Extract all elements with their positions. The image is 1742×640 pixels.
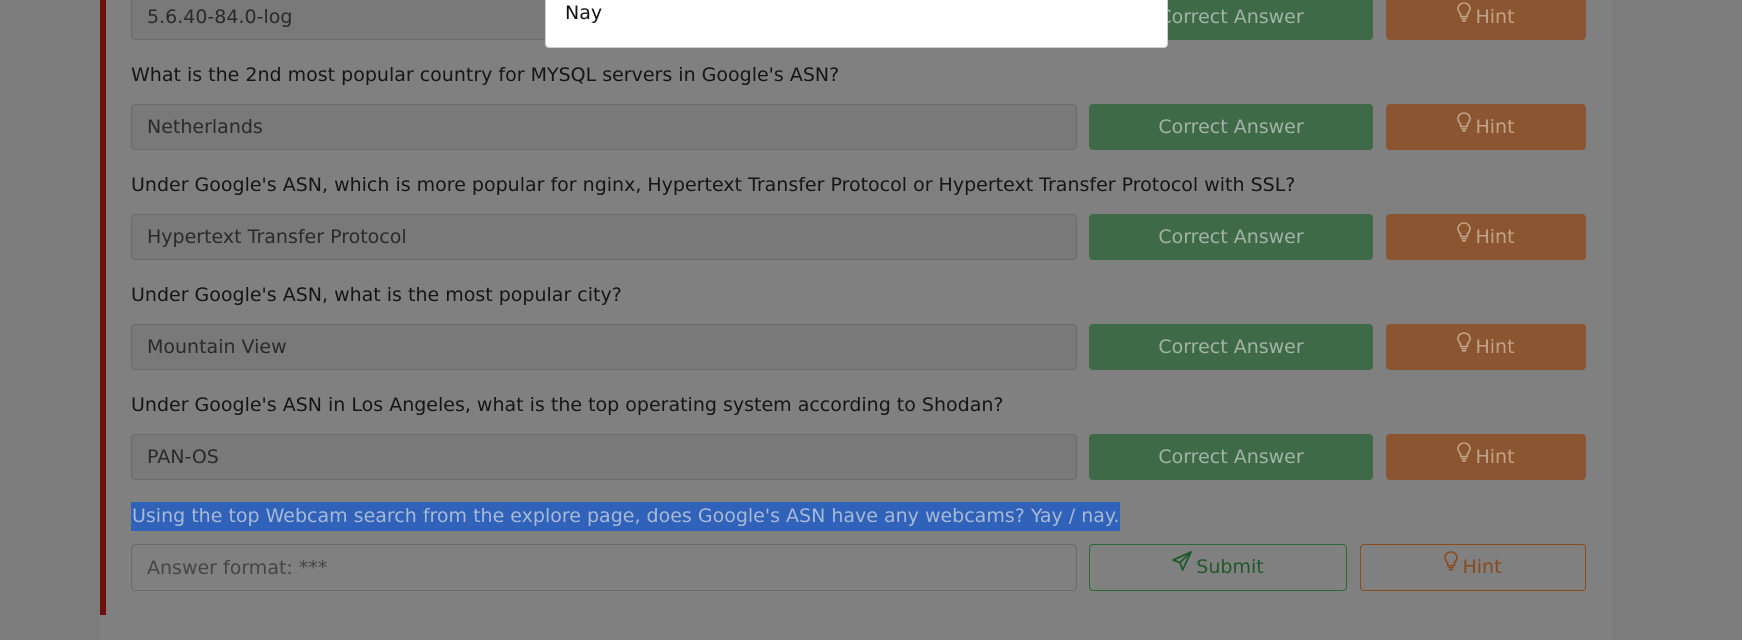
hint-button-q2[interactable]: Hint: [1386, 104, 1586, 150]
lightbulb-icon: [1457, 0, 1472, 39]
submit-label: Submit: [1196, 556, 1264, 578]
hint-label: Hint: [1475, 6, 1515, 28]
answer-field-q4: Mountain View: [131, 324, 1077, 370]
correct-answer-label: Correct Answer: [1158, 116, 1304, 138]
answer-input[interactable]: [131, 544, 1077, 591]
lightbulb-icon: [1457, 103, 1472, 149]
submit-button[interactable]: Submit: [1089, 544, 1347, 591]
hint-label: Hint: [1462, 556, 1502, 578]
current-question-text: Using the top Webcam search from the exp…: [131, 502, 1121, 531]
lightbulb-icon: [1457, 323, 1472, 369]
hint-label: Hint: [1475, 226, 1515, 248]
hint-button-q5[interactable]: Hint: [1386, 434, 1586, 480]
lightbulb-icon: [1457, 213, 1472, 259]
paper-plane-icon: [1172, 543, 1193, 588]
answer-field-q2: Netherlands: [131, 104, 1077, 150]
hint-button-q3[interactable]: Hint: [1386, 214, 1586, 260]
answer-field-q5: PAN-OS: [131, 434, 1077, 480]
answer-field-q3: Hypertext Transfer Protocol: [131, 214, 1077, 260]
correct-answer-button-q5[interactable]: Correct Answer: [1089, 434, 1373, 480]
question-text-q4: Under Google's ASN, what is the most pop…: [131, 284, 622, 306]
correct-answer-label: Correct Answer: [1158, 226, 1304, 248]
hint-label: Hint: [1475, 446, 1515, 468]
correct-answer-label: Correct Answer: [1158, 336, 1304, 358]
correct-answer-button-q3[interactable]: Correct Answer: [1089, 214, 1373, 260]
hint-label: Hint: [1475, 336, 1515, 358]
hint-label: Hint: [1475, 116, 1515, 138]
question-text-q5: Under Google's ASN in Los Angeles, what …: [131, 394, 1004, 416]
correct-answer-button-q2[interactable]: Correct Answer: [1089, 104, 1373, 150]
hint-button-q4[interactable]: Hint: [1386, 324, 1586, 370]
task-card-accent: [100, 0, 106, 615]
hint-button-q1[interactable]: Hint: [1386, 0, 1586, 40]
correct-answer-button-q4[interactable]: Correct Answer: [1089, 324, 1373, 370]
popup-option[interactable]: Nay: [565, 2, 602, 24]
question-text-q2: What is the 2nd most popular country for…: [131, 64, 840, 86]
hint-button-current[interactable]: Hint: [1360, 544, 1586, 591]
lightbulb-icon: [1457, 433, 1472, 479]
correct-answer-label: Correct Answer: [1158, 446, 1304, 468]
lightbulb-icon: [1444, 543, 1459, 588]
autocomplete-popup: Nay: [545, 0, 1168, 48]
question-text-q3: Under Google's ASN, which is more popula…: [131, 174, 1296, 196]
correct-answer-label: Correct Answer: [1158, 6, 1304, 28]
